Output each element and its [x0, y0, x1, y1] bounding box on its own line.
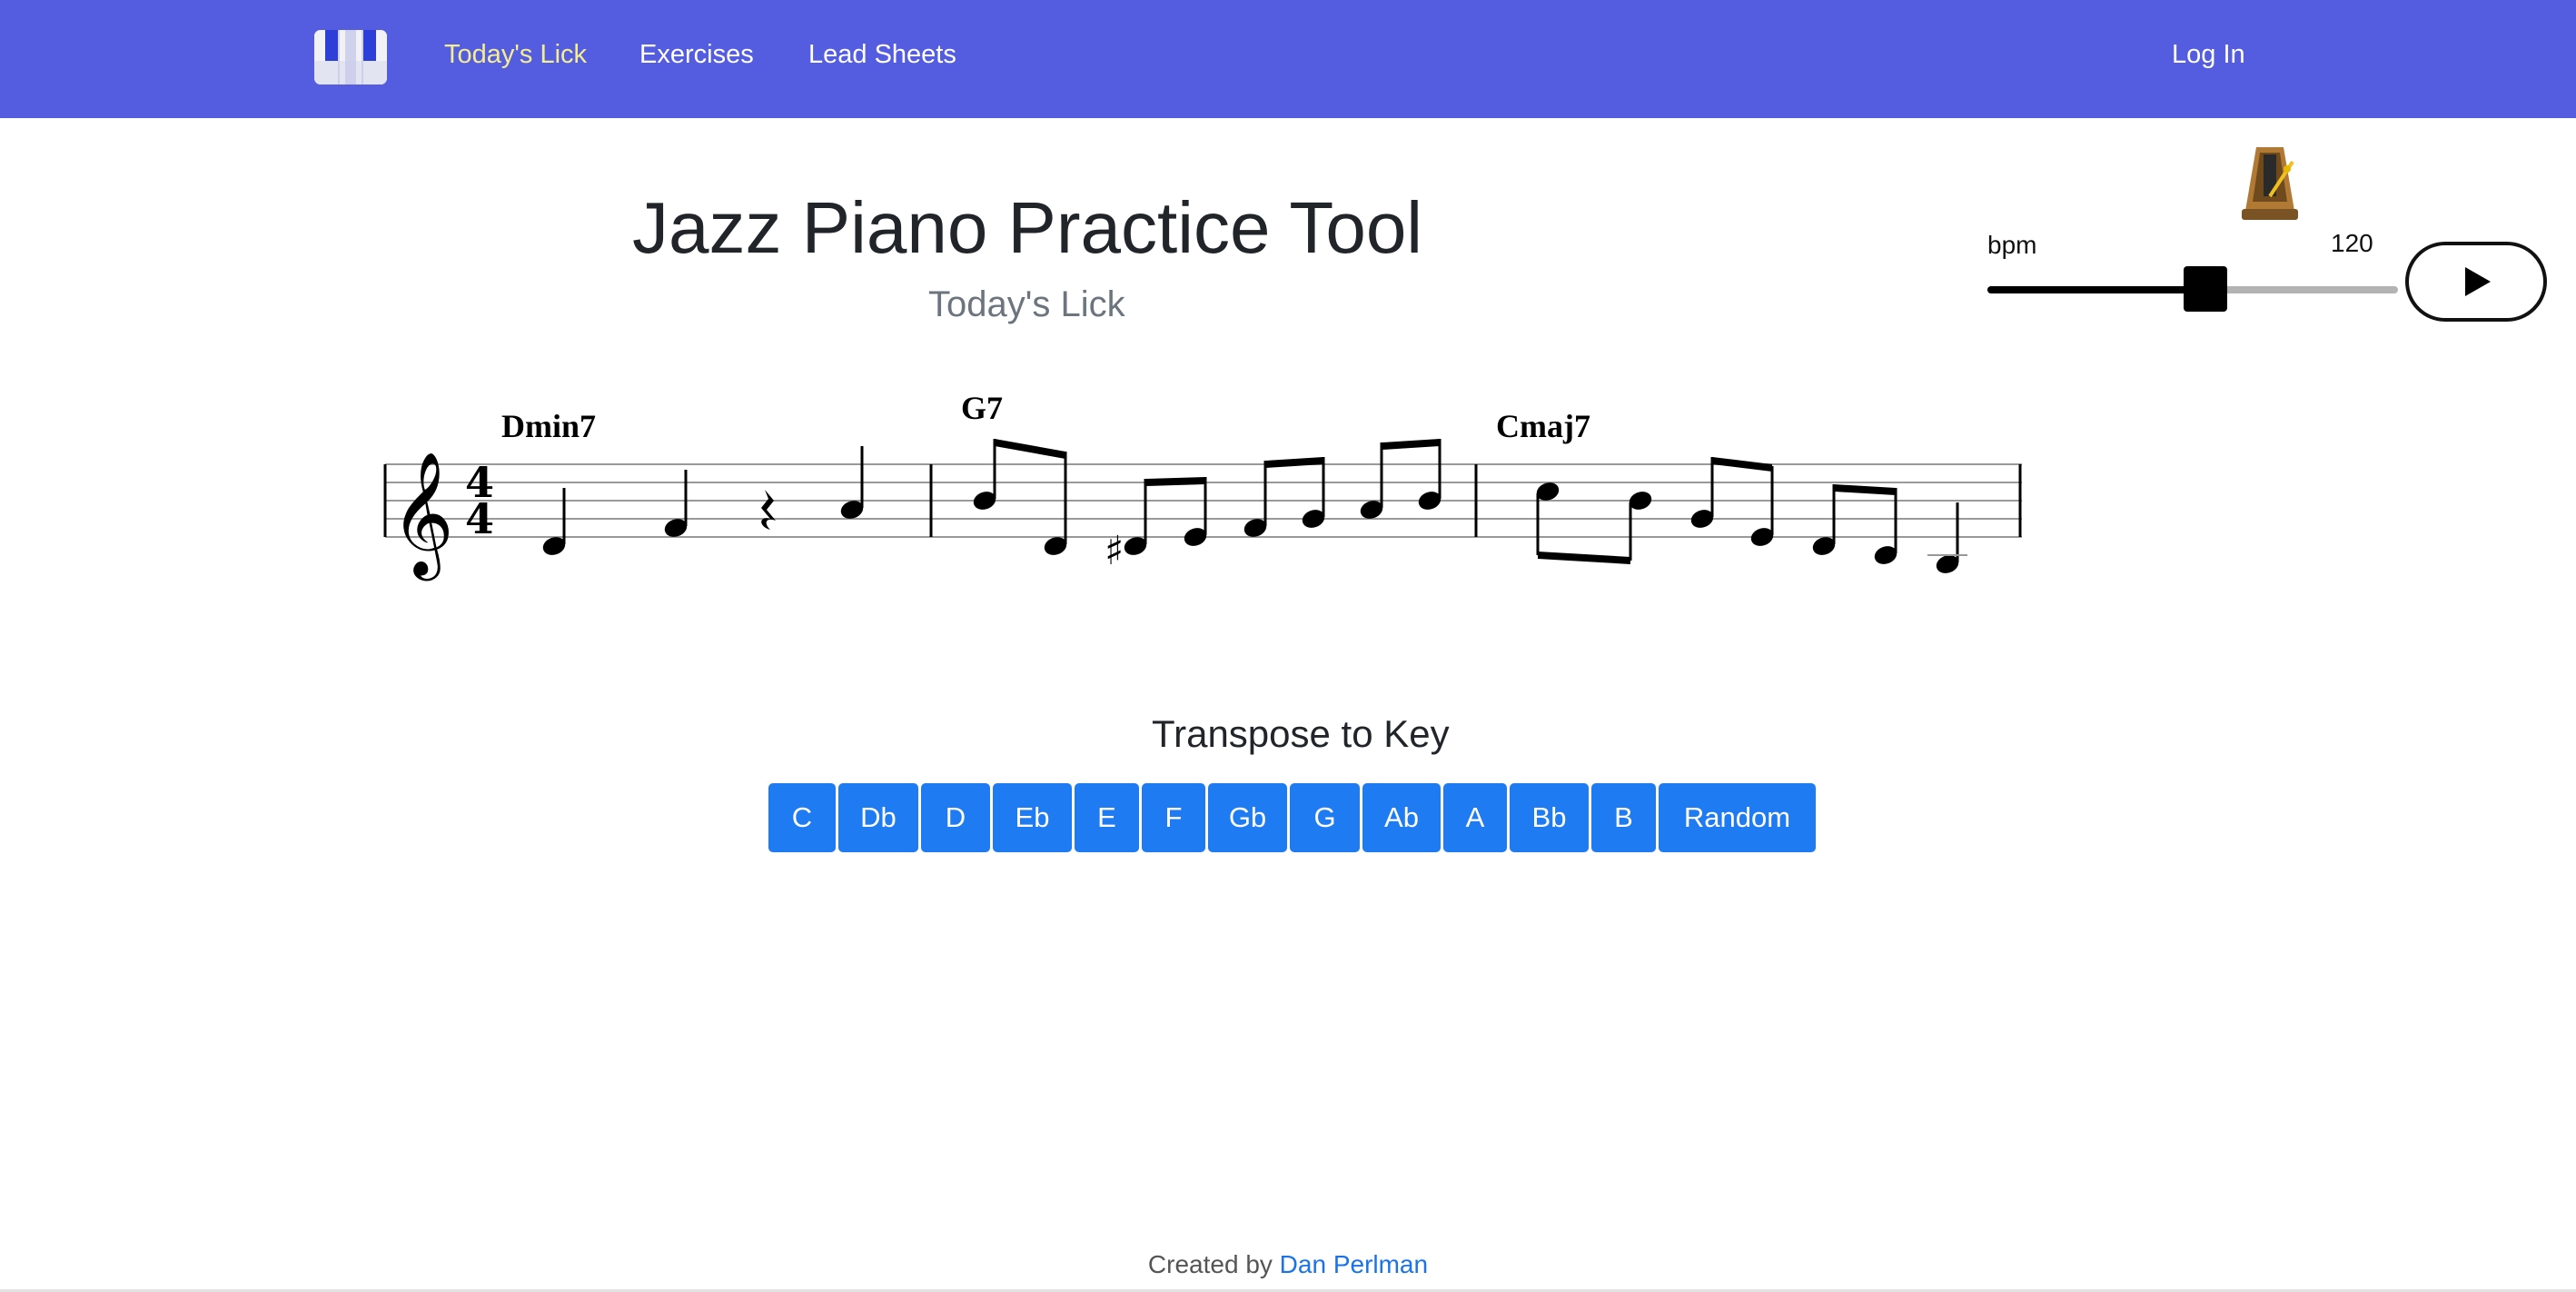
key-button-db[interactable]: Db: [838, 783, 918, 852]
transpose-heading: Transpose to Key: [1152, 712, 1450, 755]
key-button-d[interactable]: D: [921, 783, 990, 852]
bpm-value: 120: [2331, 229, 2373, 257]
transpose-key-button-group: C Db D Eb E F Gb G Ab A Bb B Random: [768, 783, 1816, 852]
nav-link-todays-lick[interactable]: Today's Lick: [444, 40, 587, 70]
top-navbar: Today's Lick Exercises Lead Sheets Log I…: [0, 0, 2576, 118]
nav-link-exercises[interactable]: Exercises: [639, 40, 754, 70]
brand-logo[interactable]: [314, 30, 387, 84]
page-subtitle: Today's Lick: [928, 284, 1125, 324]
measure-1: [542, 446, 864, 555]
author-link[interactable]: Dan Perlman: [1280, 1250, 1428, 1278]
staff-lines: [385, 463, 2022, 538]
play-icon: [2465, 267, 2491, 296]
nav-link-lead-sheets[interactable]: Lead Sheets: [808, 40, 956, 70]
key-button-eb[interactable]: Eb: [993, 783, 1072, 852]
key-button-g[interactable]: G: [1290, 783, 1360, 852]
key-button-random[interactable]: Random: [1659, 783, 1816, 852]
play-button[interactable]: [2405, 242, 2547, 322]
key-button-f[interactable]: F: [1142, 783, 1205, 852]
key-button-bb[interactable]: Bb: [1510, 783, 1589, 852]
chord-symbol-dmin7: Dmin7: [501, 408, 596, 444]
login-link[interactable]: Log In: [2172, 40, 2245, 70]
footer-prefix: Created by: [1147, 1250, 1273, 1278]
measure-2: ♯: [973, 439, 1442, 574]
chord-symbol-cmaj7: Cmaj7: [1496, 408, 1590, 444]
music-score: 𝄞 4 4 Dmin7 G7 Cmaj7 ♯: [383, 390, 2022, 581]
page-title: Jazz Piano Practice Tool: [632, 187, 1423, 268]
bpm-slider-fill: [1987, 286, 2205, 293]
key-button-c[interactable]: C: [768, 783, 836, 852]
bpm-slider[interactable]: [1987, 266, 2398, 312]
key-button-gb[interactable]: Gb: [1208, 783, 1287, 852]
piano-keys-icon: [314, 30, 387, 84]
metronome-icon[interactable]: [2240, 144, 2300, 222]
measure-3: [1536, 457, 1967, 573]
key-button-b[interactable]: B: [1591, 783, 1656, 852]
treble-clef: 𝄞: [391, 450, 454, 581]
key-button-e[interactable]: E: [1075, 783, 1139, 852]
key-button-a[interactable]: A: [1443, 783, 1507, 852]
chord-symbol-g7: G7: [961, 390, 1003, 426]
svg-text:♯: ♯: [1105, 528, 1124, 574]
footer: Created by Dan Perlman: [0, 1250, 2576, 1279]
key-button-ab[interactable]: Ab: [1362, 783, 1441, 852]
time-signature-bottom: 4: [465, 494, 494, 543]
bpm-slider-thumb[interactable]: [2184, 266, 2227, 312]
bpm-label: bpm: [1987, 231, 2037, 259]
